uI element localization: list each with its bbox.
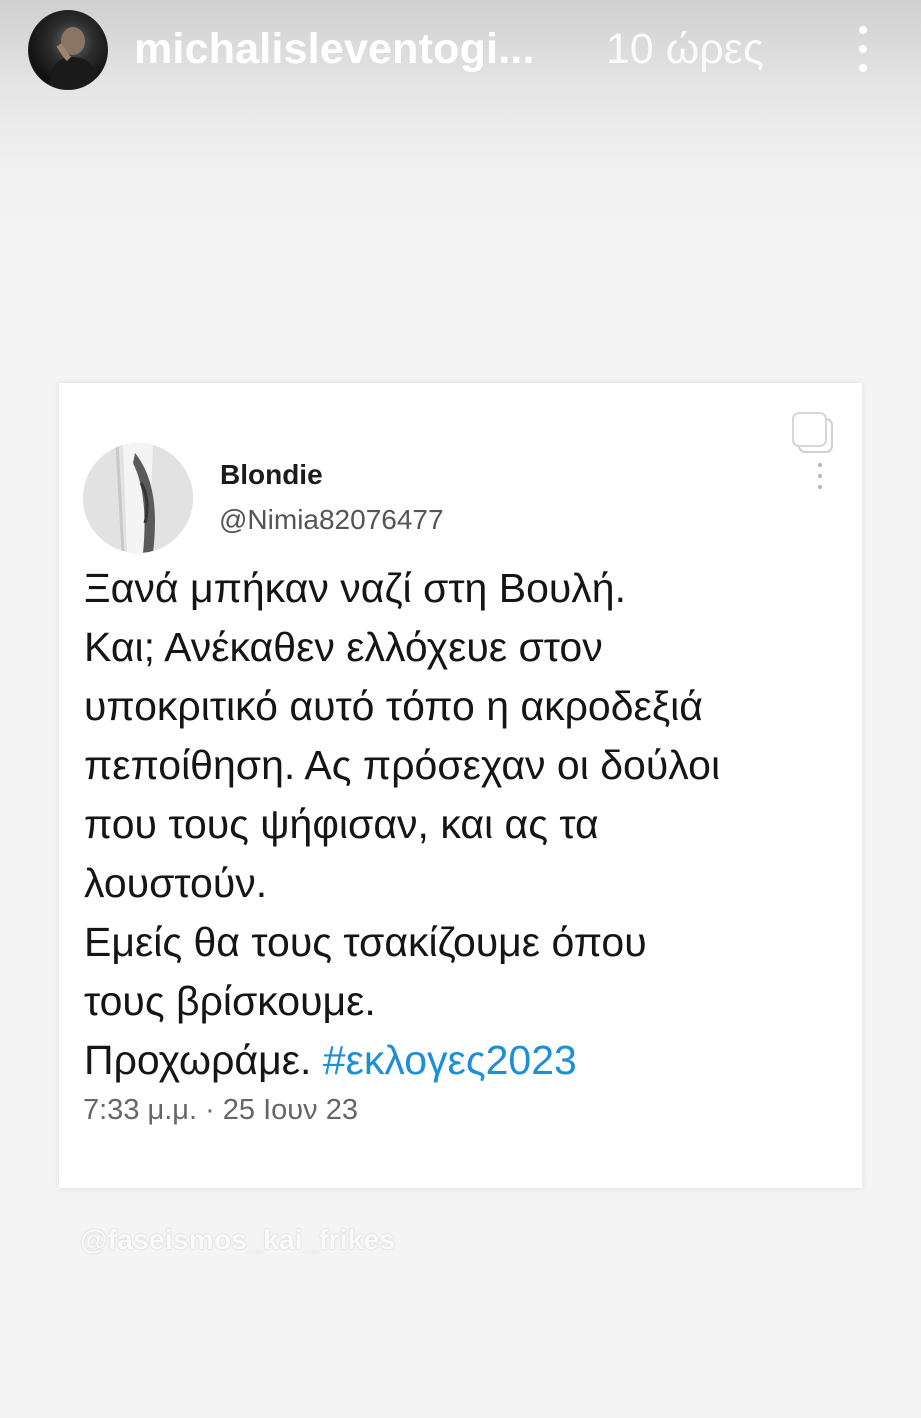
- dot: [818, 463, 822, 467]
- tweet-card: Blondie @Nimia82076477 Ξανά μπήκαν ναζί …: [59, 383, 862, 1188]
- dot: [818, 485, 822, 489]
- dot: [818, 474, 822, 478]
- tweet-display-name[interactable]: Blondie: [220, 459, 323, 491]
- tweet-text: Ξανά μπήκαν ναζί στη Βουλή. Και; Ανέκαθε…: [84, 559, 844, 1090]
- tweet-line: πεποίθηση. Ας πρόσεχαν οι δούλοι: [84, 742, 721, 788]
- dot: [859, 45, 867, 53]
- story-username[interactable]: michalisleventogi...: [134, 22, 574, 76]
- watermark: @faseismos_kai_frikes: [80, 1224, 396, 1255]
- copy-icon[interactable]: [790, 410, 836, 456]
- tweet-more-icon[interactable]: [816, 463, 824, 489]
- tweet-line: Και; Ανέκαθεν ελλόχευε στον: [84, 624, 603, 670]
- person-avatar-icon: [49, 27, 99, 89]
- tweet-line: λουστούν.: [84, 860, 268, 906]
- tweet-avatar-image: [83, 443, 193, 553]
- tweet-line: Ξανά μπήκαν ναζί στη Βουλή.: [84, 565, 626, 611]
- dot: [859, 64, 867, 72]
- story-time: 10 ώρες: [606, 25, 764, 73]
- vertical-dots-icon[interactable]: [846, 26, 880, 72]
- profile-avatar[interactable]: [28, 10, 108, 90]
- tweet-line: υποκριτικό αυτό τόπο η ακροδεξιά: [84, 683, 703, 729]
- tweet-line: τους βρίσκουμε.: [84, 978, 376, 1024]
- tweet-line-text: Προχωράμε.: [84, 1037, 312, 1083]
- tweet-line: που τους ψήφισαν, και ας τα: [84, 801, 599, 847]
- dot: [859, 26, 867, 34]
- tweet-avatar[interactable]: [83, 443, 193, 553]
- tweet-handle[interactable]: @Nimia82076477: [219, 504, 444, 536]
- tweet-last-line: Προχωράμε. #εκλογες2023: [84, 1031, 844, 1090]
- tweet-timestamp: 7:33 μ.μ. · 25 Ιουν 23: [83, 1094, 358, 1126]
- story-header: michalisleventogi... 10 ώρες: [0, 0, 921, 100]
- tweet-line: Εμείς θα τους τσακίζουμε όπου: [84, 919, 647, 965]
- hashtag-link[interactable]: #εκλογες2023: [323, 1037, 577, 1083]
